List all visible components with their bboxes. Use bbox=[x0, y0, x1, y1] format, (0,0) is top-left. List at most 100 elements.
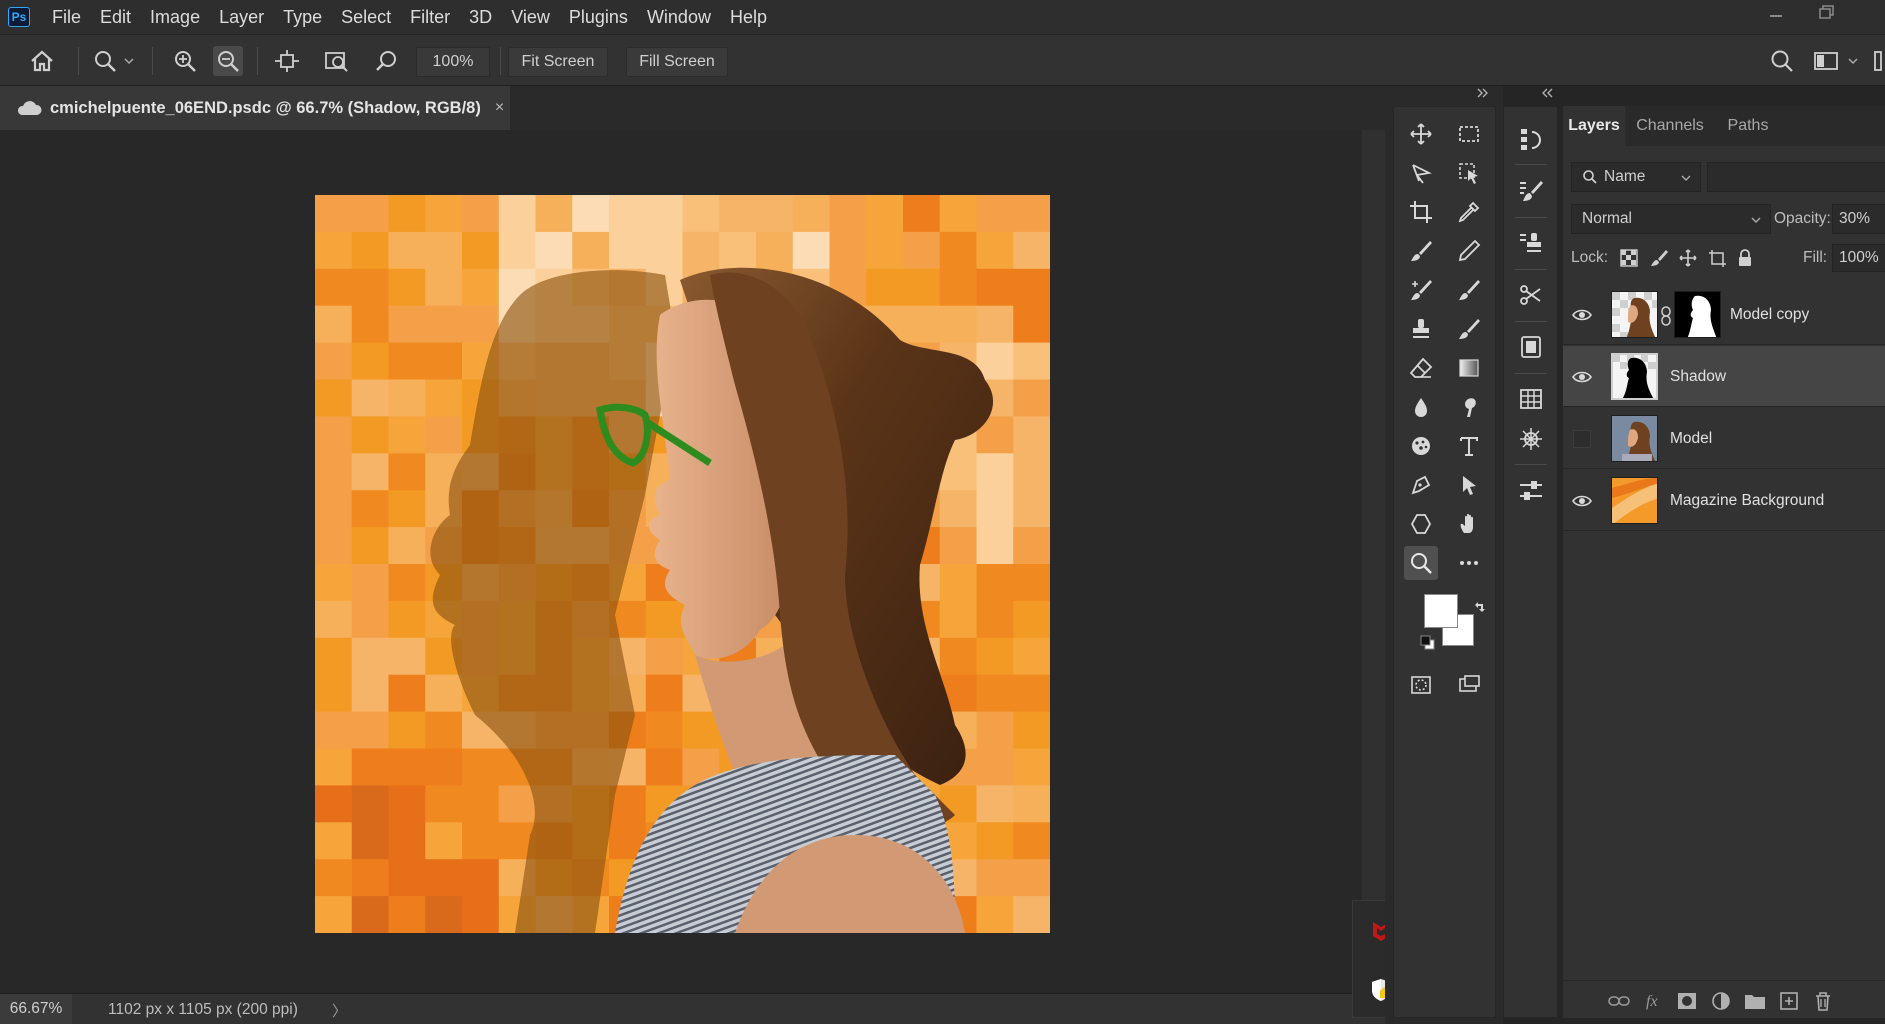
mixer-brush-icon[interactable] bbox=[1452, 273, 1486, 307]
fill-field[interactable]: 100% bbox=[1832, 244, 1885, 272]
menu-plugins[interactable]: Plugins bbox=[569, 7, 628, 28]
layer-row-magazine-background[interactable]: Magazine Background bbox=[1563, 470, 1885, 531]
fx-icon[interactable]: fx bbox=[1643, 989, 1667, 1013]
document-canvas[interactable] bbox=[315, 195, 1050, 933]
clone-source-icon[interactable] bbox=[1513, 225, 1549, 261]
zoom-icon[interactable] bbox=[1404, 546, 1438, 580]
menu-image[interactable]: Image bbox=[150, 7, 200, 28]
tab-layers[interactable]: Layers bbox=[1563, 106, 1625, 146]
gradient-icon[interactable] bbox=[1452, 351, 1486, 385]
menu-type[interactable]: Type bbox=[283, 7, 322, 28]
fill-screen-button[interactable]: Fill Screen bbox=[626, 47, 728, 77]
layer-name[interactable]: Model bbox=[1670, 430, 1712, 448]
zoom-all-windows-icon[interactable] bbox=[322, 46, 352, 76]
menu-view[interactable]: View bbox=[511, 7, 550, 28]
layer-filter-options[interactable] bbox=[1707, 162, 1885, 192]
quick-mask-icon[interactable] bbox=[1404, 668, 1438, 702]
scrubby-zoom-icon[interactable] bbox=[372, 46, 402, 76]
tab-paths[interactable]: Paths bbox=[1715, 106, 1781, 146]
smudge-icon[interactable] bbox=[1452, 390, 1486, 424]
adjustment-layer-icon[interactable] bbox=[1709, 989, 1733, 1013]
brush-settings-icon[interactable] bbox=[1513, 173, 1549, 209]
search-icon[interactable] bbox=[1767, 46, 1797, 76]
delete-layer-icon[interactable] bbox=[1811, 989, 1835, 1013]
libraries-icon[interactable] bbox=[1513, 329, 1549, 365]
tool-presets-icon[interactable] bbox=[1513, 277, 1549, 313]
fit-screen-button[interactable]: Fit Screen bbox=[508, 47, 608, 77]
lock-artboard-icon[interactable] bbox=[1705, 246, 1729, 270]
history-panel-icon[interactable] bbox=[1513, 121, 1549, 157]
document-tab[interactable]: cmichelpuente_06END.psdc @ 66.7% (Shadow… bbox=[0, 86, 510, 130]
layer-thumbnail[interactable] bbox=[1611, 353, 1658, 400]
layer-row-shadow[interactable]: Shadow bbox=[1563, 346, 1885, 407]
layer-name[interactable]: Shadow bbox=[1670, 368, 1726, 386]
minimize-icon[interactable] bbox=[1768, 4, 1784, 20]
visibility-eye-icon[interactable] bbox=[1571, 304, 1593, 326]
menu-file[interactable]: File bbox=[52, 7, 81, 28]
menu-layer[interactable]: Layer bbox=[219, 7, 264, 28]
object-select-icon[interactable] bbox=[1452, 156, 1486, 190]
chevron-down-icon[interactable] bbox=[1846, 46, 1860, 76]
sponge-icon[interactable] bbox=[1404, 429, 1438, 463]
more-icon[interactable] bbox=[1452, 546, 1486, 580]
status-menu-arrow[interactable]: 〉 bbox=[332, 1000, 347, 1021]
layer-filter-kind[interactable]: Name bbox=[1571, 162, 1701, 192]
eyedropper-icon[interactable] bbox=[1452, 195, 1486, 229]
crop-icon[interactable] bbox=[1404, 195, 1438, 229]
lock-transparent-pixels-icon[interactable] bbox=[1617, 246, 1641, 270]
blur-icon[interactable] bbox=[1404, 390, 1438, 424]
foreground-color-swatch[interactable] bbox=[1424, 594, 1458, 628]
blend-mode-select[interactable]: Normal bbox=[1571, 204, 1771, 234]
shape-icon[interactable] bbox=[1404, 507, 1438, 541]
close-icon[interactable]: × bbox=[495, 99, 504, 117]
type-icon[interactable] bbox=[1452, 429, 1486, 463]
eraser-icon[interactable] bbox=[1404, 351, 1438, 385]
workspace-icon[interactable] bbox=[1811, 46, 1841, 76]
3d-panel-icon[interactable] bbox=[1513, 421, 1549, 457]
menu-select[interactable]: Select bbox=[341, 7, 391, 28]
hand-icon[interactable] bbox=[1452, 507, 1486, 541]
swap-colors-icon[interactable] bbox=[1472, 599, 1488, 615]
layer-thumbnail[interactable] bbox=[1611, 415, 1658, 462]
layer-mask-thumbnail[interactable] bbox=[1674, 291, 1721, 338]
visibility-toggle-off[interactable] bbox=[1573, 430, 1591, 448]
stamp-icon[interactable] bbox=[1404, 312, 1438, 346]
chevron-down-icon[interactable] bbox=[122, 46, 136, 76]
restore-icon[interactable] bbox=[1818, 4, 1836, 20]
pen-icon[interactable] bbox=[1404, 468, 1438, 502]
collapse-tools-arrow[interactable] bbox=[1476, 88, 1490, 98]
menu-edit[interactable]: Edit bbox=[100, 7, 131, 28]
zoom-level-field[interactable]: 66.67% bbox=[0, 994, 72, 1024]
expand-panels-arrow[interactable] bbox=[1541, 88, 1555, 98]
marquee-icon[interactable] bbox=[1452, 117, 1486, 151]
mask-link-icon[interactable] bbox=[1660, 306, 1672, 326]
brush-icon[interactable] bbox=[1404, 234, 1438, 268]
menu-window[interactable]: Window bbox=[647, 7, 711, 28]
menu-3d[interactable]: 3D bbox=[469, 7, 492, 28]
lasso-icon[interactable] bbox=[1404, 156, 1438, 190]
new-layer-icon[interactable] bbox=[1777, 989, 1801, 1013]
lock-all-icon[interactable] bbox=[1733, 246, 1757, 270]
zoom-percent-field[interactable]: 100% bbox=[416, 47, 490, 77]
visibility-eye-icon[interactable] bbox=[1571, 366, 1593, 388]
zoom-tool-preset-icon[interactable] bbox=[90, 46, 120, 76]
lock-image-pixels-icon[interactable] bbox=[1647, 246, 1671, 270]
zoom-in-icon[interactable] bbox=[170, 46, 200, 76]
layer-thumbnail[interactable] bbox=[1611, 291, 1658, 338]
visibility-eye-icon[interactable] bbox=[1571, 490, 1593, 512]
home-icon[interactable] bbox=[27, 46, 57, 76]
healing-icon[interactable] bbox=[1404, 273, 1438, 307]
add-mask-icon[interactable] bbox=[1675, 989, 1699, 1013]
layer-thumbnail[interactable] bbox=[1611, 477, 1658, 524]
zoom-out-icon[interactable] bbox=[213, 46, 243, 76]
share-icon[interactable] bbox=[1870, 46, 1884, 76]
history-brush-icon[interactable] bbox=[1452, 312, 1486, 346]
properties-icon[interactable] bbox=[1513, 473, 1549, 509]
opacity-field[interactable]: 30% bbox=[1832, 204, 1885, 234]
layer-name[interactable]: Magazine Background bbox=[1670, 492, 1824, 510]
layer-row-model-copy[interactable]: Model copy bbox=[1563, 284, 1885, 345]
default-colors-icon[interactable] bbox=[1420, 635, 1436, 651]
move-icon[interactable] bbox=[1404, 117, 1438, 151]
layer-name[interactable]: Model copy bbox=[1730, 306, 1809, 324]
link-layers-icon[interactable] bbox=[1607, 989, 1631, 1013]
